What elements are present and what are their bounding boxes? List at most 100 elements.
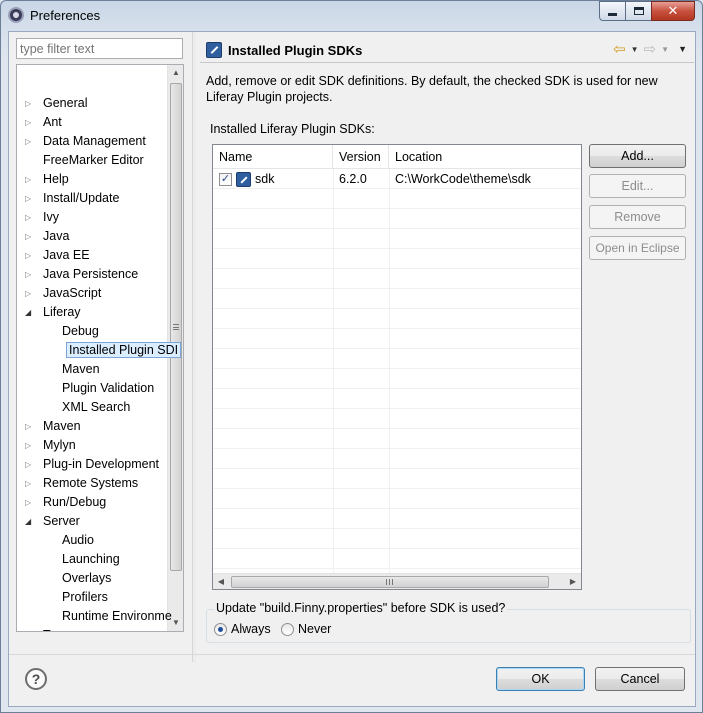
tree-item[interactable]: ▷ Plug-in Development (22, 455, 159, 474)
sdk-table[interactable]: Name Version Location ✓ sdk 6.2.0 C:\Wor… (212, 144, 582, 590)
tree-item[interactable]: ▷ Mylyn (22, 436, 76, 455)
collapsed-arrow-icon[interactable]: ▷ (25, 265, 35, 284)
sdk-name: sdk (255, 172, 275, 186)
tree-item[interactable]: Audio (41, 531, 94, 550)
filter-input[interactable] (16, 38, 183, 59)
empty-table-row (213, 249, 581, 269)
expanded-arrow-icon[interactable]: ◢ (25, 512, 35, 531)
scroll-up-arrow-icon[interactable]: ▲ (168, 65, 183, 81)
sdk-location: C:\WorkCode\theme\sdk (395, 172, 531, 186)
tree-item-label: Ant (43, 115, 62, 129)
collapsed-arrow-icon[interactable]: ▷ (25, 227, 35, 246)
tree-item[interactable]: ▷ Install/Update (22, 189, 119, 208)
tree-item-label: Server (43, 514, 80, 528)
ok-button[interactable]: OK (496, 667, 585, 691)
tree-item-label: Maven (62, 362, 100, 376)
tree-item[interactable]: ▷ Data Management (22, 132, 146, 151)
empty-table-row (213, 229, 581, 249)
collapsed-arrow-icon[interactable]: ▷ (25, 113, 35, 132)
column-header-location[interactable]: Location (389, 145, 581, 169)
tree-item[interactable]: ◢ Liferay (22, 303, 81, 322)
tree-item[interactable]: FreeMarker Editor (22, 151, 144, 170)
collapsed-arrow-icon[interactable]: ▷ (25, 493, 35, 512)
expanded-arrow-icon[interactable]: ◢ (25, 303, 35, 322)
tree-item[interactable]: XML Search (41, 398, 130, 417)
edit-button[interactable]: Edit... (589, 174, 686, 198)
collapsed-arrow-icon[interactable]: ▷ (25, 284, 35, 303)
empty-table-row (213, 449, 581, 469)
empty-table-row (213, 309, 581, 329)
column-header-name[interactable]: Name (213, 145, 333, 169)
table-header: Name Version Location (213, 145, 581, 169)
tree-item[interactable]: Launching (41, 550, 120, 569)
add-button[interactable]: Add... (589, 144, 686, 168)
empty-table-row (213, 369, 581, 389)
tree-item[interactable]: Overlays (41, 569, 111, 588)
collapsed-arrow-icon[interactable]: ▷ (25, 626, 35, 631)
tree-item[interactable]: ▷ Java EE (22, 246, 90, 265)
tree-item[interactable]: ▷ Java (22, 227, 69, 246)
collapsed-arrow-icon[interactable]: ▷ (25, 417, 35, 436)
tree-item-label: Debug (62, 324, 99, 338)
tree-item[interactable]: Installed Plugin SDI (41, 341, 182, 360)
tree-item[interactable]: ▷ Remote Systems (22, 474, 138, 493)
tree-item[interactable]: ▷ Java Persistence (22, 265, 138, 284)
collapsed-arrow-icon[interactable]: ▷ (25, 94, 35, 113)
preference-tree[interactable]: ▲ ▼ ▷ General ▷ Ant ▷ Data Management FreeMark… (16, 64, 184, 632)
tree-item[interactable]: ▷ Ant (22, 113, 62, 132)
collapsed-arrow-icon[interactable]: ▷ (25, 132, 35, 151)
page-navigation: ⇦ ▼ ⇨ ▼ ▼ (613, 40, 687, 58)
tree-item[interactable]: ▷ Ivy (22, 208, 59, 227)
collapsed-arrow-icon[interactable]: ▷ (25, 189, 35, 208)
tree-item[interactable]: Profilers (41, 588, 108, 607)
back-arrow-icon[interactable]: ⇦ (613, 40, 626, 58)
header-divider (200, 62, 694, 63)
tree-item[interactable]: ◢ Server (22, 512, 80, 531)
collapsed-arrow-icon[interactable]: ▷ (25, 474, 35, 493)
scroll-left-arrow-icon[interactable]: ◀ (213, 574, 229, 589)
tree-item[interactable]: Runtime Environme (41, 607, 172, 626)
scroll-right-arrow-icon[interactable]: ▶ (565, 574, 581, 589)
scroll-thumb[interactable] (231, 576, 549, 588)
collapsed-arrow-icon[interactable]: ▷ (25, 436, 35, 455)
tree-item[interactable]: ▷ Maven (22, 417, 81, 436)
tree-item[interactable]: ▷ JavaScript (22, 284, 101, 303)
never-label[interactable]: Never (298, 622, 331, 636)
scroll-thumb[interactable] (170, 83, 182, 571)
preferences-window: Preferences ✕ ▲ ▼ ▷ General ▷ Ant ▷ Data Mana… (0, 0, 703, 713)
tree-item[interactable]: ▷ Run/Debug (22, 493, 106, 512)
title-bar[interactable]: Preferences ✕ (1, 1, 702, 31)
back-dropdown-icon[interactable]: ▼ (631, 45, 639, 54)
help-icon[interactable]: ? (25, 668, 47, 690)
view-menu-icon[interactable]: ▼ (678, 44, 687, 54)
empty-table-row (213, 289, 581, 309)
tree-item-label: Remote Systems (43, 476, 139, 490)
close-button[interactable]: ✕ (651, 1, 695, 21)
collapsed-arrow-icon[interactable]: ▷ (25, 208, 35, 227)
minimize-button[interactable] (599, 1, 625, 21)
tree-item[interactable]: Debug (41, 322, 99, 341)
forward-arrow-icon[interactable]: ⇨ (644, 40, 657, 58)
tree-item[interactable]: Plugin Validation (41, 379, 154, 398)
always-label[interactable]: Always (231, 622, 271, 636)
tree-item[interactable]: ▷ Team (22, 626, 74, 631)
tree-item[interactable]: ▷ Help (22, 170, 69, 189)
empty-table-row (213, 189, 581, 209)
collapsed-arrow-icon[interactable]: ▷ (25, 455, 35, 474)
maximize-button[interactable] (625, 1, 651, 21)
collapsed-arrow-icon[interactable]: ▷ (25, 246, 35, 265)
tree-item[interactable]: Maven (41, 360, 100, 379)
always-radio[interactable] (214, 623, 227, 636)
remove-button[interactable]: Remove (589, 205, 686, 229)
forward-dropdown-icon[interactable]: ▼ (661, 45, 669, 54)
column-header-version[interactable]: Version (333, 145, 389, 169)
tree-item[interactable]: ▷ General (22, 94, 87, 113)
collapsed-arrow-icon[interactable]: ▷ (25, 170, 35, 189)
cancel-button[interactable]: Cancel (595, 667, 685, 691)
table-horizontal-scrollbar[interactable]: ◀ ▶ (213, 573, 581, 589)
table-row[interactable]: ✓ sdk 6.2.0 C:\WorkCode\theme\sdk (213, 169, 581, 189)
never-radio[interactable] (281, 623, 294, 636)
open-in-eclipse-button[interactable]: Open in Eclipse (589, 236, 686, 260)
default-sdk-checkbox[interactable]: ✓ (219, 173, 232, 186)
pane-sash[interactable] (192, 32, 196, 662)
